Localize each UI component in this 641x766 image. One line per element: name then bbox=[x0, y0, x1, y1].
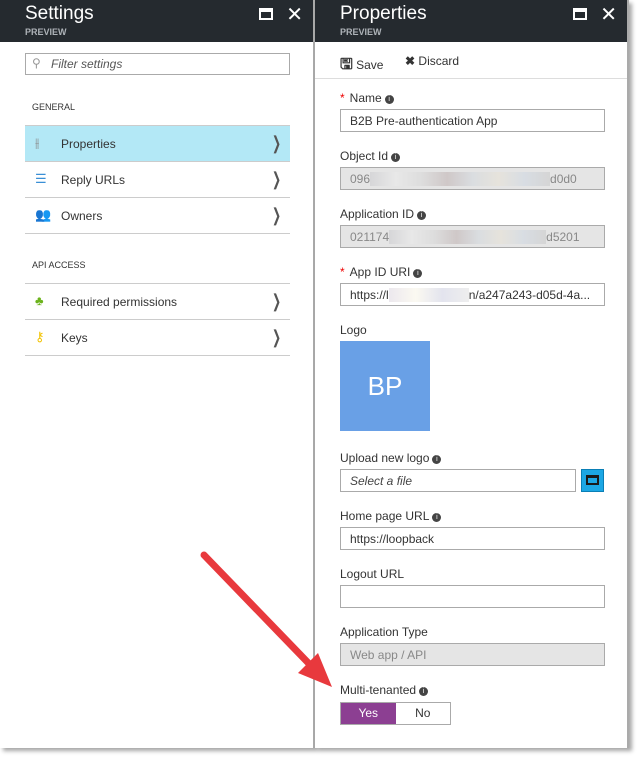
home-page-url-label: Home page URL i bbox=[340, 509, 442, 523]
browse-folder-button[interactable] bbox=[581, 469, 604, 492]
sidebar-item-owners[interactable]: 👥 Owners ❯ bbox=[25, 197, 290, 233]
name-input[interactable]: B2B Pre-authentication App bbox=[340, 109, 605, 132]
section-general: GENERAL bbox=[32, 102, 76, 112]
sidebar-item-reply-urls[interactable]: ☰ Reply URLs ❯ bbox=[25, 161, 290, 197]
sidebar-item-properties[interactable]: ⫲ Properties ❯ bbox=[25, 125, 290, 161]
sliders-icon: ⫲ bbox=[35, 135, 40, 150]
discard-button[interactable]: ✖ Discard bbox=[405, 54, 459, 68]
maximize-icon[interactable] bbox=[259, 8, 273, 20]
app-id-uri-input[interactable]: https://l n/a247a243-d05d-4a... bbox=[340, 283, 605, 306]
discard-icon: ✖ bbox=[405, 54, 416, 68]
properties-subtitle: PREVIEW bbox=[340, 27, 382, 37]
toggle-no[interactable]: No bbox=[396, 703, 451, 724]
application-id-label: Application ID i bbox=[340, 207, 427, 221]
settings-subtitle: PREVIEW bbox=[25, 27, 67, 37]
app-id-uri-label: * App ID URI i bbox=[340, 265, 423, 279]
save-icon: 🖫 bbox=[340, 56, 353, 73]
redacted-block bbox=[389, 230, 547, 244]
hierarchy-icon: ♣ bbox=[35, 293, 44, 308]
chevron-right-icon: ❯ bbox=[271, 327, 281, 347]
multi-tenanted-toggle[interactable]: Yes No bbox=[340, 702, 451, 725]
info-icon: i bbox=[417, 211, 427, 220]
logo-label: Logo bbox=[340, 323, 367, 337]
upload-logo-label: Upload new logo i bbox=[340, 451, 442, 465]
name-label: * Name i bbox=[340, 91, 394, 105]
filter-settings-input[interactable]: ⚲ Filter settings bbox=[25, 53, 290, 75]
logout-url-input[interactable] bbox=[340, 585, 605, 608]
multi-tenanted-label: Multi-tenanted i bbox=[340, 683, 429, 697]
chevron-right-icon: ❯ bbox=[271, 205, 281, 225]
filter-placeholder: Filter settings bbox=[51, 57, 123, 71]
application-type-field: Web app / API bbox=[340, 643, 605, 666]
object-id-field: 096 d0d0 bbox=[340, 167, 605, 190]
info-icon: i bbox=[432, 513, 442, 522]
folder-icon bbox=[586, 475, 599, 485]
upload-file-input[interactable]: Select a file bbox=[340, 469, 576, 492]
close-icon[interactable]: ✕ bbox=[600, 2, 617, 27]
object-id-label: Object Id i bbox=[340, 149, 401, 163]
people-icon: 👥 bbox=[35, 207, 52, 222]
chevron-right-icon: ❯ bbox=[271, 133, 281, 153]
close-icon[interactable]: ✕ bbox=[286, 2, 303, 27]
info-icon: i bbox=[384, 95, 394, 104]
redacted-block bbox=[388, 288, 469, 302]
divider bbox=[25, 355, 290, 356]
item-label: Owners bbox=[61, 209, 103, 223]
section-api-access: API ACCESS bbox=[32, 260, 86, 270]
sidebar-item-required-permissions[interactable]: ♣ Required permissions ❯ bbox=[25, 283, 290, 319]
item-label: Required permissions bbox=[61, 295, 178, 309]
info-icon: i bbox=[419, 687, 429, 696]
item-label: Properties bbox=[61, 137, 116, 151]
chevron-right-icon: ❯ bbox=[271, 169, 281, 189]
info-icon: i bbox=[432, 455, 442, 464]
save-button[interactable]: 🖫 Save bbox=[340, 54, 383, 79]
logout-url-label: Logout URL bbox=[340, 567, 405, 581]
toolbar: 🖫 Save ✖ Discard bbox=[315, 42, 627, 79]
application-type-label: Application Type bbox=[340, 625, 428, 639]
properties-header: Properties PREVIEW ✕ bbox=[315, 0, 627, 42]
search-icon: ⚲ bbox=[32, 56, 41, 70]
toggle-yes[interactable]: Yes bbox=[341, 703, 396, 724]
home-page-url-input[interactable]: https://loopback bbox=[340, 527, 605, 550]
info-icon: i bbox=[413, 269, 423, 278]
app-logo: BP bbox=[340, 341, 430, 431]
chevron-right-icon: ❯ bbox=[271, 291, 281, 311]
redacted-block bbox=[370, 172, 551, 186]
settings-header: Settings PREVIEW ✕ bbox=[0, 0, 313, 42]
maximize-icon[interactable] bbox=[573, 8, 587, 20]
key-icon: ⚷ bbox=[35, 329, 45, 344]
sidebar-item-keys[interactable]: ⚷ Keys ❯ bbox=[25, 319, 290, 355]
info-icon: i bbox=[391, 153, 401, 162]
divider bbox=[25, 233, 290, 234]
annotation-arrow bbox=[200, 551, 332, 687]
checklist-icon: ☰ bbox=[35, 171, 47, 186]
application-id-field: 021174 d5201 bbox=[340, 225, 605, 248]
item-label: Reply URLs bbox=[61, 173, 126, 187]
properties-blade: Properties PREVIEW ✕ 🖫 Save ✖ Discard * N… bbox=[315, 0, 629, 748]
item-label: Keys bbox=[61, 331, 88, 345]
